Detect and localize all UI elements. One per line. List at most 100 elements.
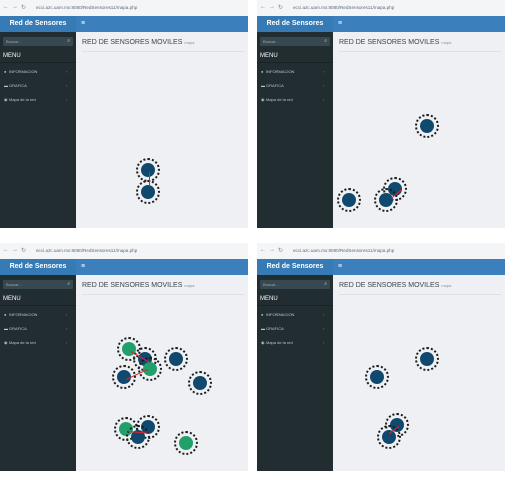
search-icon[interactable]: ⌕ — [324, 281, 327, 287]
back-icon[interactable]: ← — [260, 247, 266, 253]
chevron-left-icon: ‹ — [66, 326, 68, 331]
menu-header: MENU — [260, 296, 278, 302]
page-title: RED DE SENSORES MOVILES mapa — [339, 282, 452, 289]
sidebar-item-grafica[interactable]: ▬GRAFICA ‹ — [261, 326, 324, 331]
menu-header: MENU — [3, 53, 21, 59]
browser-panel-4: ← → ↻ ecci.azc.uam.mx:8080/RedSensores11… — [257, 243, 505, 471]
reload-icon[interactable]: ↻ — [21, 4, 26, 11]
search-placeholder: Buscar... — [263, 39, 279, 44]
address-bar[interactable]: ← → ↻ ecci.azc.uam.mx:8080/RedSensores11… — [257, 243, 505, 260]
reload-icon[interactable]: ↻ — [21, 247, 26, 254]
search-icon[interactable]: ⌕ — [324, 38, 327, 44]
sidebar-item-mapa[interactable]: ◉ Mapa de la red ‹ — [261, 340, 324, 345]
sidebar-item-informacion[interactable]: ● INFORMACION ‹ — [261, 312, 324, 317]
sidebar-item-informacion[interactable]: ● INFORMACION ‹ — [4, 312, 67, 317]
search-placeholder: Buscar... — [263, 282, 279, 287]
sidebar-item-grafica[interactable]: ▬GRAFICA ‹ — [4, 326, 67, 331]
sensor-node[interactable] — [188, 371, 212, 395]
sidebar-item-label: INFORMACION — [266, 69, 295, 74]
browser-panel-1: ← → ↻ ecci.azc.uam.mx:8080/RedSensores11… — [0, 0, 248, 228]
sensor-node[interactable] — [374, 188, 398, 212]
url-text[interactable]: ecci.azc.uam.mx:8080/RedSensores11/mapa.… — [293, 248, 394, 253]
divider — [339, 51, 501, 52]
brand-logo[interactable]: Red de Sensores — [0, 259, 76, 275]
search-icon[interactable]: ⌕ — [67, 281, 70, 287]
url-text[interactable]: ecci.azc.uam.mx:8080/RedSensores11/mapa.… — [36, 248, 137, 253]
hamburger-icon[interactable]: ≡ — [338, 259, 342, 275]
browser-panel-2: ← → ↻ ecci.azc.uam.mx:8080/RedSensores11… — [257, 0, 505, 228]
sidebar-item-label: INFORMACION — [9, 69, 38, 74]
brand-logo[interactable]: Red de Sensores — [0, 16, 76, 32]
reload-icon[interactable]: ↻ — [278, 247, 283, 254]
sidebar-item-grafica[interactable]: ▬GRAFICA ‹ — [261, 83, 324, 88]
sidebar-item-label: GRAFICA — [266, 326, 284, 331]
back-icon[interactable]: ← — [260, 4, 266, 10]
back-icon[interactable]: ← — [3, 247, 9, 253]
top-navbar: Red de Sensores ≡ — [0, 259, 248, 275]
sensor-node[interactable] — [365, 365, 389, 389]
sidebar-item-informacion[interactable]: ● INFORMACION ‹ — [261, 69, 324, 74]
sidebar-item-label: GRAFICA — [9, 83, 27, 88]
url-text[interactable]: ecci.azc.uam.mx:8080/RedSensores11/mapa.… — [36, 5, 137, 10]
divider — [257, 62, 333, 63]
sensor-dot — [169, 352, 183, 366]
main-content: RED DE SENSORES MOVILES mapa — [76, 275, 248, 471]
address-bar[interactable]: ← → ↻ ecci.azc.uam.mx:8080/RedSensores11… — [0, 0, 248, 17]
forward-icon[interactable]: → — [269, 4, 275, 10]
sidebar-item-informacion[interactable]: ● INFORMACION ‹ — [4, 69, 67, 74]
chevron-left-icon: ‹ — [323, 340, 325, 345]
address-bar[interactable]: ← → ↻ ecci.azc.uam.mx:8080/RedSensores11… — [257, 0, 505, 17]
page-subtitle: mapa — [441, 283, 452, 288]
search-input[interactable]: Buscar... ⌕ — [3, 37, 73, 46]
address-bar[interactable]: ← → ↻ ecci.azc.uam.mx:8080/RedSensores11… — [0, 243, 248, 260]
chevron-left-icon: ‹ — [66, 312, 68, 317]
sensor-node[interactable] — [138, 357, 162, 381]
forward-icon[interactable]: → — [12, 247, 18, 253]
divider — [82, 51, 244, 52]
divider — [257, 305, 333, 306]
page-title: RED DE SENSORES MOVILES mapa — [82, 282, 195, 289]
sidebar-item-mapa[interactable]: ◉ Mapa de la red ‹ — [261, 97, 324, 102]
top-navbar: Red de Sensores ≡ — [0, 16, 248, 32]
sensor-node[interactable] — [415, 114, 439, 138]
divider — [0, 62, 76, 63]
browser-panel-3: ← → ↻ ecci.azc.uam.mx:8080/RedSensores11… — [0, 243, 248, 471]
brand-logo[interactable]: Red de Sensores — [257, 259, 333, 275]
sidebar: Buscar... ⌕ MENU ● INFORMACION ‹ ▬GRAFICA ‹… — [0, 32, 76, 228]
chevron-left-icon: ‹ — [66, 97, 68, 102]
menu-header: MENU — [260, 53, 278, 59]
main-content: RED DE SENSORES MOVILES mapa — [333, 32, 505, 228]
sensor-node[interactable] — [126, 425, 150, 449]
search-input[interactable]: Buscar... ⌕ — [260, 37, 330, 46]
url-text[interactable]: ecci.azc.uam.mx:8080/RedSensores11/mapa.… — [293, 5, 394, 10]
sensor-node[interactable] — [174, 431, 198, 455]
sidebar-item-grafica[interactable]: ▬GRAFICA ‹ — [4, 83, 67, 88]
search-input[interactable]: Buscar... ⌕ — [3, 280, 73, 289]
hamburger-icon[interactable]: ≡ — [81, 259, 85, 275]
reload-icon[interactable]: ↻ — [278, 4, 283, 11]
search-icon[interactable]: ⌕ — [67, 38, 70, 44]
main-content: RED DE SENSORES MOVILES mapa — [76, 32, 248, 228]
search-input[interactable]: Buscar... ⌕ — [260, 280, 330, 289]
page-subtitle: mapa — [184, 283, 195, 288]
sidebar-item-mapa[interactable]: ◉ Mapa de la red ‹ — [4, 97, 67, 102]
main-content: RED DE SENSORES MOVILES mapa — [333, 275, 505, 471]
back-icon[interactable]: ← — [3, 4, 9, 10]
hamburger-icon[interactable]: ≡ — [338, 16, 342, 32]
divider — [82, 294, 244, 295]
sensor-node[interactable] — [337, 188, 361, 212]
forward-icon[interactable]: → — [269, 247, 275, 253]
forward-icon[interactable]: → — [12, 4, 18, 10]
sensor-node[interactable] — [164, 347, 188, 371]
top-navbar: Red de Sensores ≡ — [257, 16, 505, 32]
sensor-dot — [342, 193, 356, 207]
sidebar-item-mapa[interactable]: ◉ Mapa de la red ‹ — [4, 340, 67, 345]
sidebar-item-label: Mapa de la red — [9, 97, 36, 102]
sensor-node[interactable] — [377, 425, 401, 449]
hamburger-icon[interactable]: ≡ — [81, 16, 85, 32]
page-title: RED DE SENSORES MOVILES mapa — [82, 39, 195, 46]
sensor-dot — [420, 352, 434, 366]
sensor-dot — [370, 370, 384, 384]
sensor-node[interactable] — [415, 347, 439, 371]
brand-logo[interactable]: Red de Sensores — [257, 16, 333, 32]
